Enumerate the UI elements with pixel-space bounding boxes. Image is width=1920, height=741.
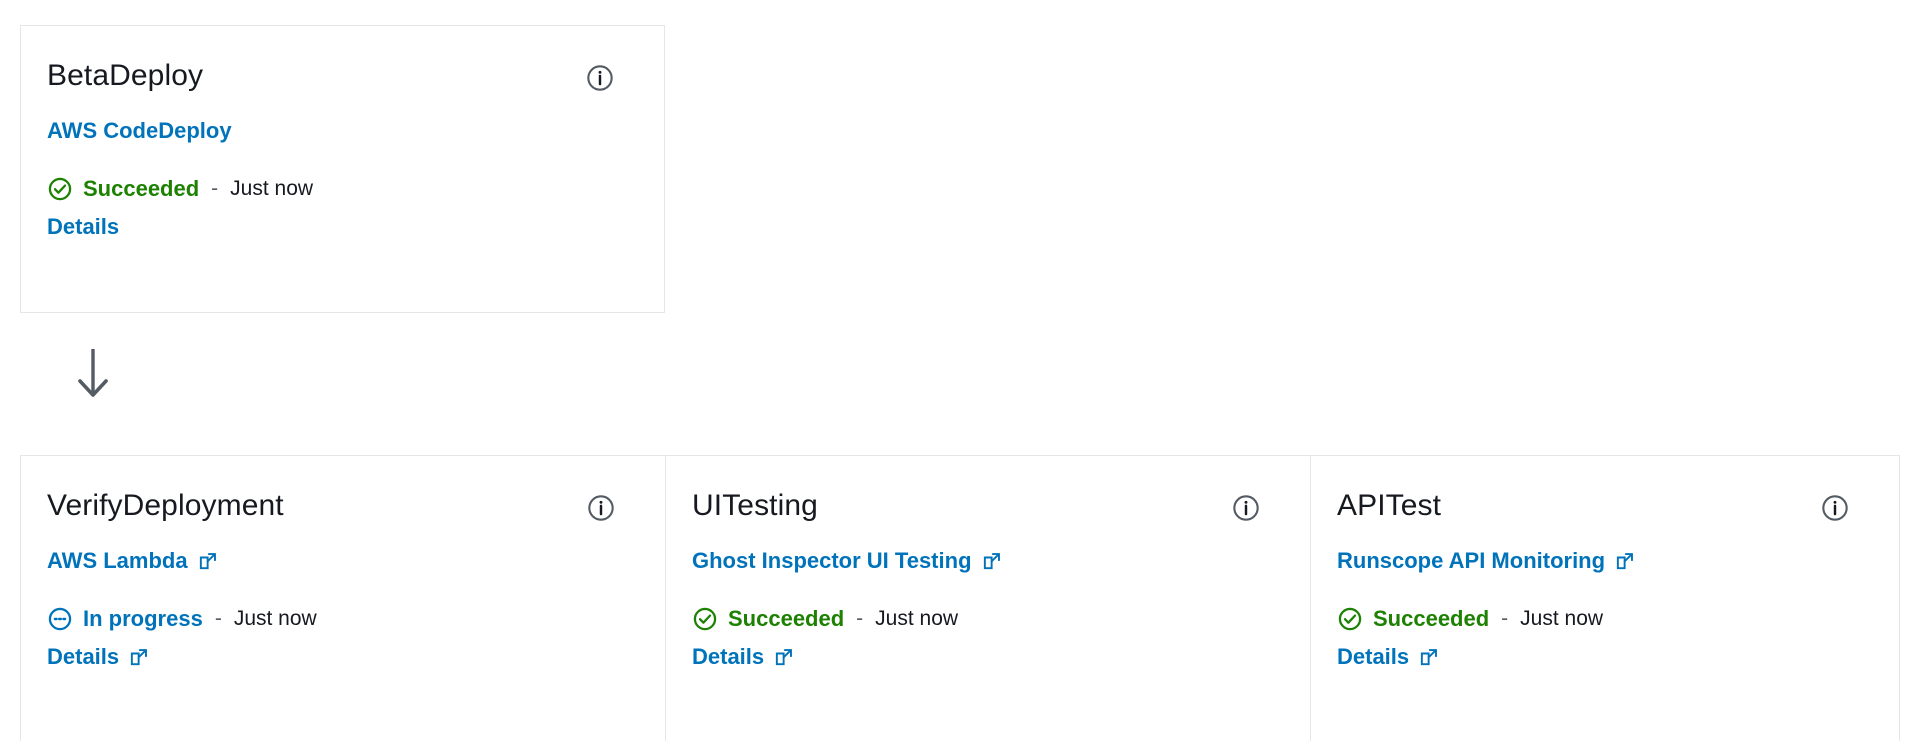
info-circle-icon[interactable] xyxy=(1232,494,1260,522)
pipeline-stage-view: BetaDeploy AWS CodeDeploy Succeeded - Ju… xyxy=(0,0,1920,741)
action-details-link[interactable]: Details xyxy=(47,214,119,240)
action-provider-link[interactable]: AWS Lambda xyxy=(47,548,188,574)
action-status-time: Just now xyxy=(1520,607,1604,630)
action-provider-row: AWS Lambda xyxy=(47,548,639,574)
action-card-header: VerifyDeployment xyxy=(47,488,639,524)
info-circle-icon[interactable] xyxy=(1821,494,1849,522)
action-provider-row: Runscope API Monitoring xyxy=(1337,548,1873,574)
info-circle-icon[interactable] xyxy=(586,64,614,92)
external-link-icon[interactable] xyxy=(1418,646,1440,668)
external-link-icon[interactable] xyxy=(981,550,1003,572)
action-details-row: Details xyxy=(1337,644,1873,670)
action-status-time: Just now xyxy=(875,607,959,630)
action-card-apitest[interactable]: APITest Runscope API Monitoring Succeede… xyxy=(1311,456,1899,741)
external-link-icon[interactable] xyxy=(773,646,795,668)
action-card-body: UITesting Ghost Inspector UI Testing Suc… xyxy=(666,456,1310,741)
action-details-row: Details xyxy=(47,644,639,670)
action-status-row: Succeeded - Just now xyxy=(1337,606,1873,632)
status-separator: - xyxy=(214,607,222,630)
status-separator: - xyxy=(1501,607,1509,630)
action-status-time: Just now xyxy=(230,177,314,200)
action-details-row: Details xyxy=(47,214,638,240)
action-provider-row: Ghost Inspector UI Testing xyxy=(692,548,1284,574)
action-status-label: In progress xyxy=(83,606,203,631)
action-status-row: Succeeded - Just now xyxy=(47,176,638,202)
status-separator: - xyxy=(211,177,219,200)
pipeline-stage-row-test: VerifyDeployment AWS Lambda In progress … xyxy=(20,455,1900,741)
action-title: VerifyDeployment xyxy=(47,489,284,522)
pipeline-stage-row-deploy: BetaDeploy AWS CodeDeploy Succeeded - Ju… xyxy=(20,25,665,313)
action-status-row: Succeeded - Just now xyxy=(692,606,1284,632)
action-status-label: Succeeded xyxy=(1373,606,1490,631)
external-link-icon[interactable] xyxy=(197,550,219,572)
action-provider-row: AWS CodeDeploy xyxy=(47,118,638,144)
in-progress-circle-icon xyxy=(47,606,73,632)
external-link-icon[interactable] xyxy=(128,646,150,668)
action-details-link[interactable]: Details xyxy=(47,644,119,670)
action-status-time: Just now xyxy=(233,607,317,630)
action-card-uitesting[interactable]: UITesting Ghost Inspector UI Testing Suc… xyxy=(666,456,1311,741)
action-status-label: Succeeded xyxy=(728,606,845,631)
external-link-icon[interactable] xyxy=(1614,550,1636,572)
action-status-label: Succeeded xyxy=(83,176,200,201)
action-card-body: VerifyDeployment AWS Lambda In progress … xyxy=(21,456,665,741)
action-card-betadeploy[interactable]: BetaDeploy AWS CodeDeploy Succeeded - Ju… xyxy=(21,26,664,240)
action-card-body: BetaDeploy AWS CodeDeploy Succeeded - Ju… xyxy=(21,26,664,240)
action-details-link[interactable]: Details xyxy=(692,644,764,670)
check-circle-icon xyxy=(1337,606,1363,632)
action-title: BetaDeploy xyxy=(47,59,204,92)
action-title: UITesting xyxy=(692,489,818,522)
action-card-header: BetaDeploy xyxy=(47,58,638,94)
action-details-link[interactable]: Details xyxy=(1337,644,1409,670)
arrow-down-icon xyxy=(68,345,118,409)
check-circle-icon xyxy=(692,606,718,632)
action-provider-link[interactable]: Runscope API Monitoring xyxy=(1337,548,1605,574)
info-circle-icon[interactable] xyxy=(587,494,615,522)
action-details-row: Details xyxy=(692,644,1284,670)
check-circle-icon xyxy=(47,176,73,202)
action-card-header: UITesting xyxy=(692,488,1284,524)
action-title: APITest xyxy=(1337,489,1442,522)
action-provider-link[interactable]: AWS CodeDeploy xyxy=(47,118,232,144)
action-card-body: APITest Runscope API Monitoring Succeede… xyxy=(1311,456,1899,741)
action-status-row: In progress - Just now xyxy=(47,606,639,632)
action-card-verifydeployment[interactable]: VerifyDeployment AWS Lambda In progress … xyxy=(21,456,666,741)
action-card-header: APITest xyxy=(1337,488,1873,524)
action-provider-link[interactable]: Ghost Inspector UI Testing xyxy=(692,548,972,574)
status-separator: - xyxy=(856,607,864,630)
